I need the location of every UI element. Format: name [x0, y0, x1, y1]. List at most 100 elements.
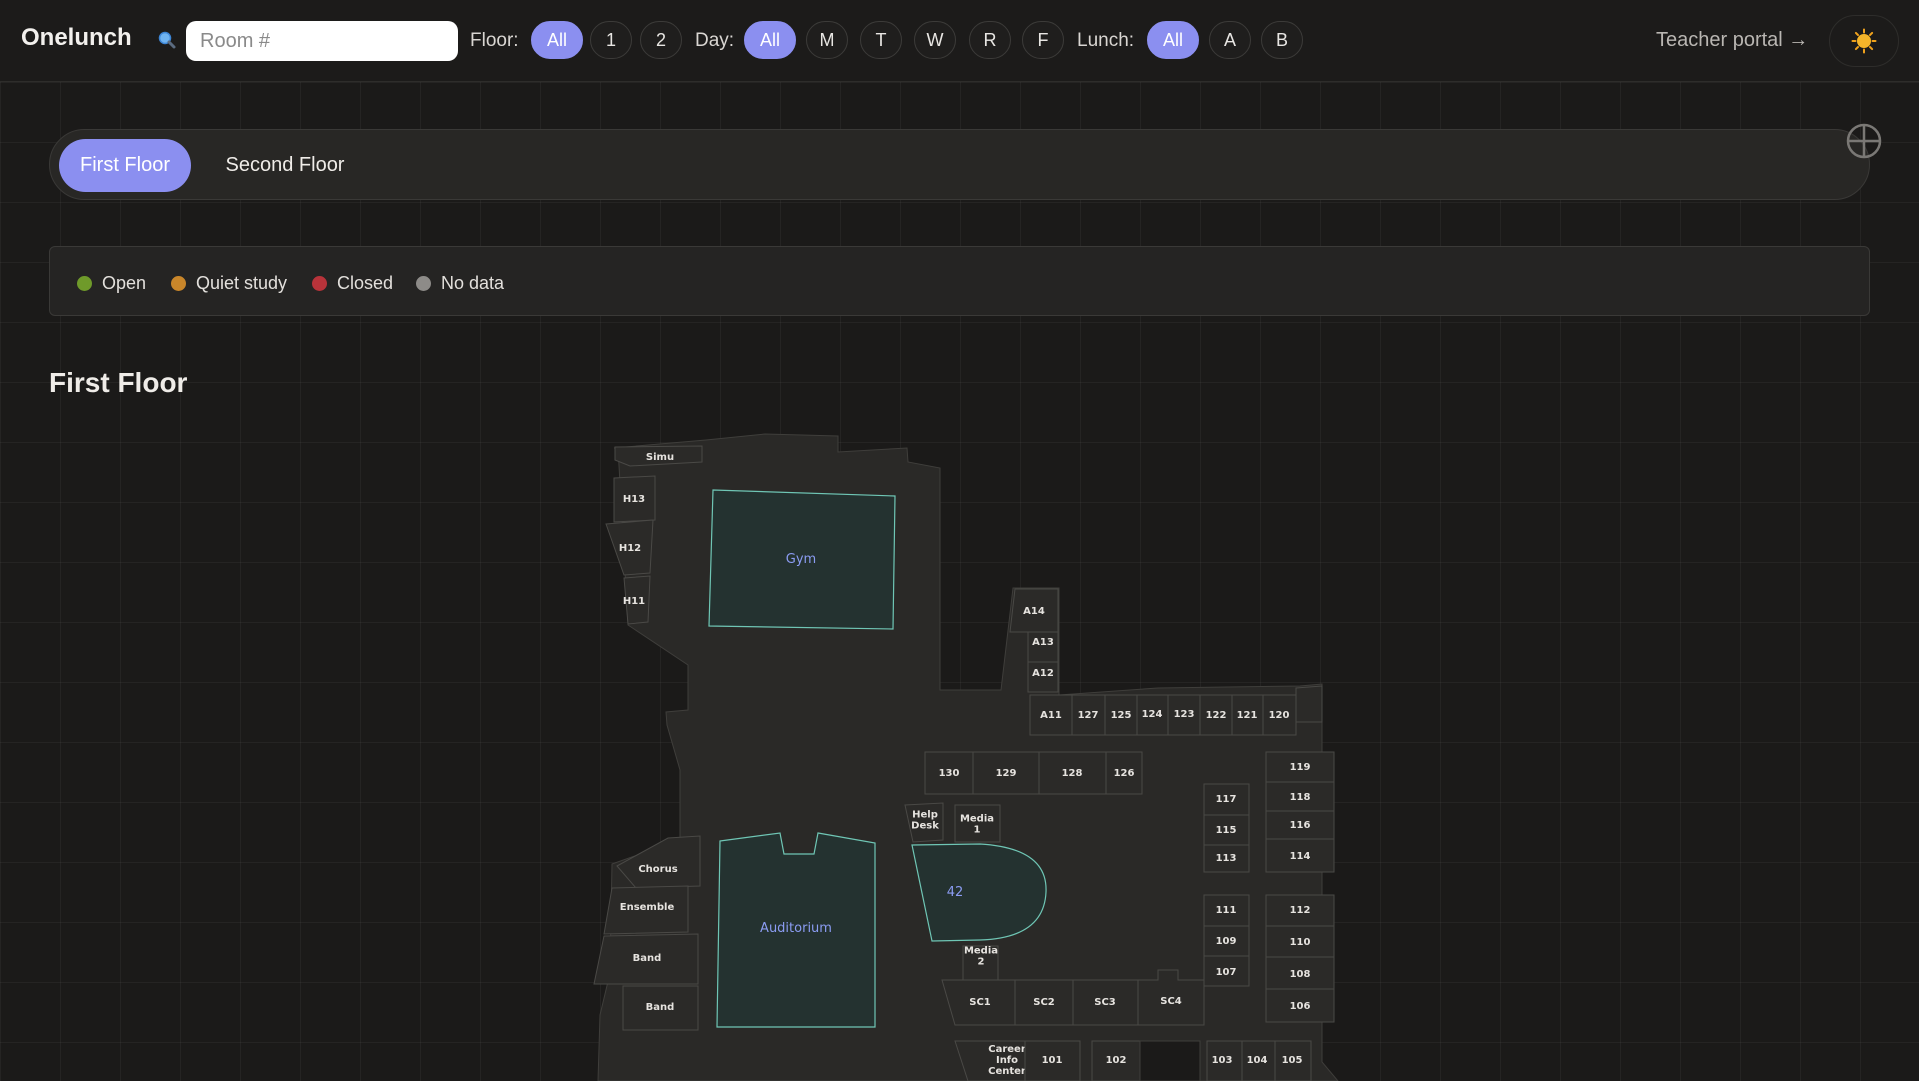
- room-sc3[interactable]: SC3: [1072, 979, 1139, 1026]
- room-42[interactable]: 42: [911, 843, 1047, 942]
- svg-text:Ensemble: Ensemble: [620, 902, 675, 913]
- svg-text:118: 118: [1290, 792, 1311, 803]
- svg-text:A14: A14: [1023, 606, 1045, 617]
- svg-text:Gym: Gym: [786, 552, 816, 567]
- svg-text:Auditorium: Auditorium: [760, 921, 832, 936]
- room-a14[interactable]: A14: [1009, 588, 1059, 633]
- room-band-1[interactable]: Band: [593, 933, 699, 985]
- svg-text:107: 107: [1216, 967, 1237, 978]
- room-media-2[interactable]: Media 2: [962, 945, 999, 981]
- svg-text:105: 105: [1282, 1055, 1303, 1066]
- svg-text:125: 125: [1111, 710, 1132, 721]
- room-unlabeled-corner: [1295, 685, 1323, 723]
- room-122[interactable]: 122: [1199, 694, 1233, 736]
- room-simu[interactable]: Simu: [614, 445, 703, 467]
- help-desk-label: Help Desk: [911, 810, 939, 832]
- svg-text:120: 120: [1269, 710, 1290, 721]
- room-a13[interactable]: A13: [1027, 631, 1059, 663]
- room-a12[interactable]: A12: [1027, 661, 1059, 693]
- room-sc1[interactable]: SC1: [941, 979, 1016, 1026]
- room-102[interactable]: 102: [1091, 1040, 1141, 1081]
- room-130[interactable]: 130: [924, 751, 974, 795]
- room-128[interactable]: 128: [1038, 751, 1107, 795]
- auditorium[interactable]: Auditorium: [716, 832, 876, 1028]
- svg-text:SC3: SC3: [1094, 997, 1116, 1008]
- svg-text:H13: H13: [623, 494, 645, 505]
- room-129[interactable]: 129: [972, 751, 1040, 795]
- room-chorus[interactable]: Chorus: [616, 835, 701, 889]
- svg-text:SC4: SC4: [1160, 996, 1182, 1007]
- room-sc2[interactable]: SC2: [1014, 979, 1074, 1026]
- svg-text:116: 116: [1290, 820, 1311, 831]
- svg-text:Band: Band: [646, 1002, 675, 1013]
- svg-text:111: 111: [1216, 905, 1237, 916]
- room-h11[interactable]: H11: [623, 575, 651, 625]
- svg-text:129: 129: [996, 768, 1017, 779]
- svg-text:SC1: SC1: [969, 997, 991, 1008]
- room-115[interactable]: 115: [1203, 814, 1250, 846]
- floor-map: Simu H13 H12 H11 Gym A14 A13 A12 A11 127…: [593, 433, 1339, 1081]
- svg-text:127: 127: [1078, 710, 1099, 721]
- room-117[interactable]: 117: [1203, 783, 1250, 816]
- room-113[interactable]: 113: [1203, 844, 1250, 873]
- room-121[interactable]: 121: [1231, 694, 1264, 736]
- room-119[interactable]: 119: [1265, 751, 1335, 783]
- room-104[interactable]: 104: [1241, 1040, 1276, 1081]
- room-116[interactable]: 116: [1265, 810, 1335, 840]
- svg-text:119: 119: [1290, 762, 1311, 773]
- svg-text:42: 42: [947, 885, 964, 900]
- svg-text:A13: A13: [1032, 637, 1054, 648]
- room-120[interactable]: 120: [1262, 694, 1297, 736]
- room-110[interactable]: 110: [1265, 925, 1335, 958]
- room-a11[interactable]: A11: [1029, 694, 1073, 736]
- room-125[interactable]: 125: [1104, 694, 1138, 736]
- svg-text:H11: H11: [623, 596, 645, 607]
- room-109[interactable]: 109: [1203, 925, 1250, 957]
- room-106[interactable]: 106: [1265, 988, 1335, 1023]
- svg-text:103: 103: [1212, 1055, 1233, 1066]
- room-105[interactable]: 105: [1274, 1040, 1312, 1081]
- room-media-1[interactable]: Media 1: [954, 804, 1001, 843]
- room-ensemble[interactable]: Ensemble: [603, 885, 689, 935]
- svg-text:112: 112: [1290, 905, 1311, 916]
- svg-text:117: 117: [1216, 794, 1237, 805]
- svg-text:SC2: SC2: [1033, 997, 1055, 1008]
- svg-text:Simu: Simu: [646, 452, 674, 463]
- svg-text:104: 104: [1247, 1055, 1268, 1066]
- svg-text:Band: Band: [633, 953, 662, 964]
- svg-text:102: 102: [1106, 1055, 1127, 1066]
- room-112[interactable]: 112: [1265, 894, 1335, 927]
- svg-text:122: 122: [1206, 710, 1227, 721]
- room-118[interactable]: 118: [1265, 781, 1335, 812]
- room-101[interactable]: 101: [1024, 1040, 1081, 1081]
- svg-text:Chorus: Chorus: [638, 864, 677, 875]
- room-123[interactable]: 123: [1167, 694, 1201, 736]
- svg-text:123: 123: [1174, 709, 1195, 720]
- svg-text:110: 110: [1290, 937, 1311, 948]
- room-h12[interactable]: H12: [605, 519, 654, 576]
- svg-text:130: 130: [939, 768, 960, 779]
- room-126[interactable]: 126: [1105, 751, 1143, 795]
- room-103[interactable]: 103: [1206, 1040, 1243, 1081]
- svg-text:109: 109: [1216, 936, 1237, 947]
- svg-text:108: 108: [1290, 969, 1311, 980]
- svg-text:A12: A12: [1032, 668, 1054, 679]
- room-111[interactable]: 111: [1203, 894, 1250, 927]
- svg-text:101: 101: [1042, 1055, 1063, 1066]
- room-114[interactable]: 114: [1265, 838, 1335, 873]
- svg-text:124: 124: [1142, 709, 1163, 720]
- room-h13[interactable]: H13: [613, 475, 656, 523]
- svg-text:A11: A11: [1040, 710, 1062, 721]
- room-124[interactable]: 124: [1136, 694, 1169, 736]
- svg-text:113: 113: [1216, 853, 1237, 864]
- svg-text:126: 126: [1114, 768, 1135, 779]
- svg-text:128: 128: [1062, 768, 1083, 779]
- room-band-2[interactable]: Band: [622, 985, 699, 1031]
- room-107[interactable]: 107: [1203, 955, 1250, 987]
- svg-text:115: 115: [1216, 825, 1237, 836]
- room-career-info-center[interactable]: Career Info Center: [954, 1040, 1026, 1081]
- room-108[interactable]: 108: [1265, 956, 1335, 990]
- room-127[interactable]: 127: [1071, 694, 1106, 736]
- gym[interactable]: Gym: [708, 489, 896, 630]
- dark-unlabeled-space: [1139, 1040, 1201, 1081]
